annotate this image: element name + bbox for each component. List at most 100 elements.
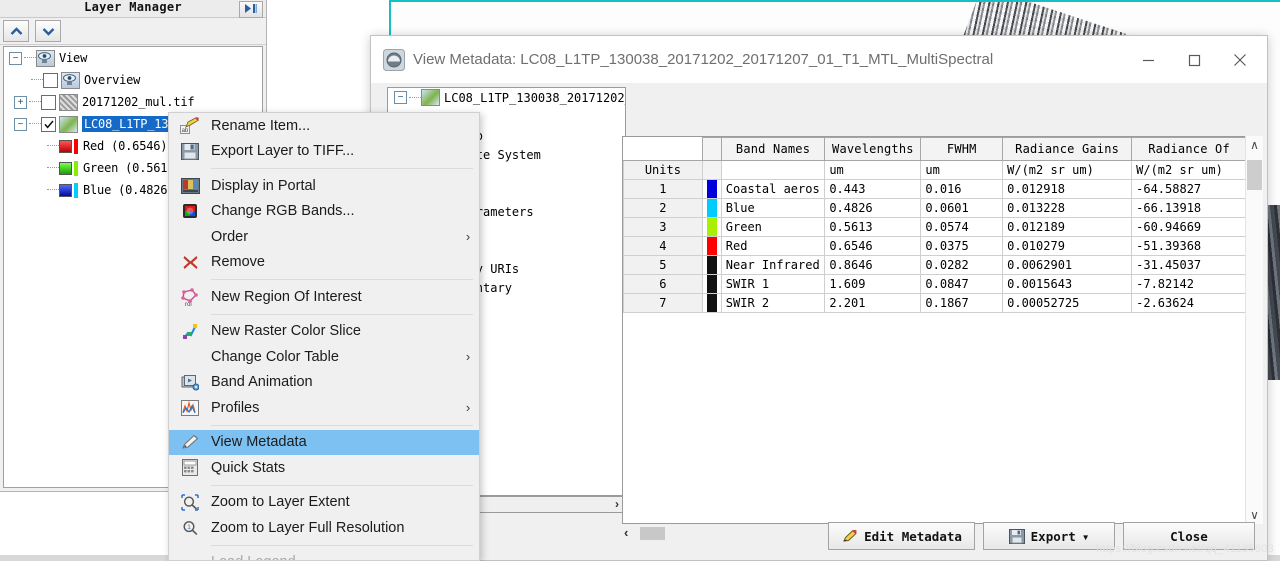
edit-metadata-button[interactable]: Edit Metadata	[828, 522, 975, 550]
corner-cell	[623, 137, 703, 161]
export-label: Export	[1030, 528, 1076, 544]
cell-radiance-offset: -64.58827	[1131, 179, 1247, 199]
row-index: 6	[623, 274, 703, 294]
scroll-right-arrow-icon[interactable]: ›	[615, 497, 619, 511]
menu-item-quick-stats[interactable]: Quick Stats	[169, 455, 479, 481]
scroll-down-arrow-icon[interactable]: ∨	[1246, 508, 1263, 522]
close-button[interactable]	[1217, 44, 1263, 76]
stats-icon	[169, 456, 211, 480]
remove-icon	[169, 250, 211, 274]
menu-item-load-legend: Load Legend	[169, 550, 479, 560]
cell-wavelength: 0.6546	[824, 236, 922, 256]
checkbox-raster-tif[interactable]	[41, 94, 56, 110]
menu-item-band-animation[interactable]: Band Animation	[169, 370, 479, 396]
cell-fwhm: 0.016	[920, 179, 1004, 199]
tree-item-overview[interactable]: Overview	[4, 69, 262, 91]
menu-item-view-metadata[interactable]: View Metadata	[169, 429, 479, 455]
cell-band-name: Coastal aeros	[720, 179, 826, 199]
band-color-swatch	[701, 274, 722, 294]
row-index: 1	[623, 179, 703, 199]
cell-wavelength: 1.609	[824, 274, 922, 294]
col-header-fwhm[interactable]: FWHM	[920, 137, 1004, 161]
cell-band-name: SWIR 2	[720, 293, 826, 313]
minimize-button[interactable]	[1125, 44, 1171, 76]
scrollbar-thumb[interactable]	[1247, 160, 1262, 190]
cell-radiance-offset: -51.39368	[1131, 236, 1247, 256]
menu-item-change-color-table[interactable]: Change Color Table ›	[169, 344, 479, 370]
table-row[interactable]: 3 Green 0.5613 0.0574 0.012189 -60.94669	[623, 217, 1247, 237]
menu-item-remove[interactable]: Remove	[169, 250, 479, 276]
cell-band-name: Green	[720, 217, 826, 237]
metadata-dialog-titlebar[interactable]: View Metadata: LC08_L1TP_130038_20171202…	[371, 36, 1267, 83]
menu-item-zoom-to-layer-extent[interactable]: Zoom to Layer Extent	[169, 490, 479, 516]
move-layer-up-button[interactable]	[3, 20, 29, 42]
tree-connector	[47, 167, 59, 169]
metadata-dialog-body: − LC08_L1TP_130038_20171202_ Raster Time…	[371, 83, 1267, 560]
menu-item-change-rgb-bands[interactable]: Change RGB Bands...	[169, 199, 479, 225]
tree-connector	[47, 145, 59, 147]
menu-label: Export Layer to TIFF...	[211, 143, 355, 160]
table-row[interactable]: 4 Red 0.6546 0.0375 0.010279 -51.39368	[623, 236, 1247, 256]
band-bar-green	[74, 160, 78, 176]
raster-color-icon	[421, 89, 440, 106]
pencil-icon	[841, 529, 858, 544]
checkbox-lc08[interactable]	[41, 116, 56, 132]
col-header-wavelengths[interactable]: Wavelengths	[824, 137, 922, 161]
menu-item-zoom-to-layer-full-resolution[interactable]: 1 Zoom to Layer Full Resolution	[169, 515, 479, 541]
color-slice-icon	[169, 319, 211, 343]
layer-context-menu[interactable]: ab Rename Item... Export Layer to TIFF..…	[168, 112, 480, 561]
cell-fwhm: 0.0574	[920, 217, 1004, 237]
cell-wavelength: 0.5613	[824, 217, 922, 237]
no-icon	[169, 345, 211, 369]
cell-radiance-gain: 0.00052725	[1002, 293, 1133, 313]
metadata-tree-root[interactable]: − LC08_L1TP_130038_20171202_	[388, 88, 625, 107]
table-row[interactable]: 5 Near Infrared 0.8646 0.0282 0.0062901 …	[623, 255, 1247, 275]
checkbox-overview[interactable]	[43, 72, 58, 88]
table-row[interactable]: 1 Coastal aeros 0.443 0.016 0.012918 -64…	[623, 179, 1247, 199]
cell-radiance-offset: -2.63624	[1131, 293, 1247, 313]
move-layer-down-button[interactable]	[35, 20, 61, 42]
pin-panel-icon[interactable]	[239, 1, 263, 18]
submenu-arrow-icon: ›	[465, 400, 471, 416]
menu-item-profiles[interactable]: Profiles ›	[169, 395, 479, 421]
band-color-swatch	[701, 217, 722, 237]
expander-raster-tif[interactable]: +	[14, 95, 27, 109]
raster-color-icon	[59, 115, 78, 133]
col-header-band-names[interactable]: Band Names	[720, 137, 826, 161]
expander-metadata-root[interactable]: −	[394, 91, 407, 104]
menu-item-export-layer-to-tiff[interactable]: Export Layer to TIFF...	[169, 139, 479, 165]
tree-label-overview: Overview	[84, 73, 141, 87]
maximize-button[interactable]	[1171, 44, 1217, 76]
caret-down-icon[interactable]: ▾	[1082, 529, 1090, 544]
band-swatch-red	[59, 139, 72, 153]
tree-connector	[409, 96, 421, 99]
scroll-up-arrow-icon[interactable]: ∧	[1246, 138, 1263, 152]
tree-item-view[interactable]: − View	[4, 47, 262, 69]
svg-text:ab: ab	[182, 128, 189, 134]
table-row[interactable]: 7 SWIR 2 2.201 0.1867 0.00052725 -2.6362…	[623, 293, 1247, 313]
menu-item-order[interactable]: Order ›	[169, 224, 479, 250]
spectral-table[interactable]: Band Names Wavelengths FWHM Radiance Gai…	[622, 136, 1248, 524]
table-vscrollbar[interactable]: ∧ ∨	[1245, 136, 1263, 524]
expander-view[interactable]: −	[9, 51, 22, 65]
table-row[interactable]: 2 Blue 0.4826 0.0601 0.013228 -66.13918	[623, 198, 1247, 218]
table-row[interactable]: 6 SWIR 1 1.609 0.0847 0.0015643 -7.82142	[623, 274, 1247, 294]
menu-separator	[211, 424, 473, 426]
menu-item-rename-item[interactable]: ab Rename Item...	[169, 113, 479, 139]
tree-item-raster-tif[interactable]: + 20171202_mul.tif	[4, 91, 262, 113]
menu-item-new-region-of-interest[interactable]: roi New Region Of Interest	[169, 284, 479, 310]
tree-connector	[24, 57, 36, 59]
col-header-radiance-offsets[interactable]: Radiance Of	[1131, 137, 1247, 161]
profiles-icon	[169, 396, 211, 420]
cell-band-name: Near Infrared	[720, 255, 826, 275]
expander-lc08[interactable]: −	[14, 117, 27, 131]
cell-band-name: Blue	[720, 198, 826, 218]
menu-item-new-raster-color-slice[interactable]: New Raster Color Slice	[169, 319, 479, 345]
menu-label: Remove	[211, 254, 265, 271]
menu-item-display-in-portal[interactable]: Display in Portal	[169, 173, 479, 199]
col-header-radiance-gains[interactable]: Radiance Gains	[1002, 137, 1133, 161]
cell-radiance-gain: 0.012918	[1002, 179, 1133, 199]
tree-connector	[29, 123, 41, 125]
table-units-row: Units um um W/(m2 sr um) W/(m2 sr um)	[623, 160, 1247, 180]
cell-fwhm: 0.0282	[920, 255, 1004, 275]
